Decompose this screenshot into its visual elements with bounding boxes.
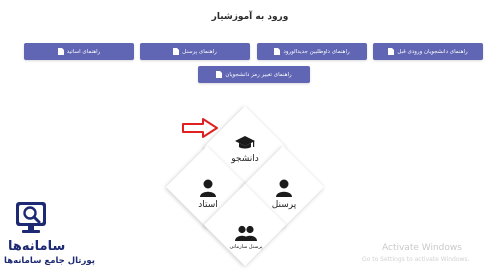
button-label: راهنمای داوطلبین جدیدالورود [283,48,350,55]
student-login-tile[interactable]: دانشجو [215,125,275,173]
user-icon [276,179,292,197]
document-icon [216,71,223,78]
activate-windows-subtitle: Go to Settings to activate Windows. [362,256,470,263]
staff-login-tile[interactable]: پرسنل [254,170,314,218]
org-staff-login-tile[interactable]: پرسنل سازمانی [216,214,276,260]
guide-button-staff[interactable]: راهنمای پرسنل [140,43,250,60]
button-label: راهنمای دانشجویان ورودی قبل [397,48,468,55]
guide-button-prev-students[interactable]: راهنمای دانشجویان ورودی قبل [373,43,483,60]
guide-button-professors[interactable]: راهنمای اساتید [24,43,134,60]
samaneha-logo-icon [16,202,46,233]
page-title: ورود به آموزشیار [211,12,289,22]
guide-button-change-password[interactable]: راهنمای تغییر رمز دانشجویان [198,66,310,83]
guide-button-new-applicants[interactable]: راهنمای داوطلبین جدیدالورود [257,43,367,60]
graduation-cap-icon [235,135,255,148]
button-label: راهنمای تغییر رمز دانشجویان [225,71,292,78]
professor-login-tile[interactable]: استاد [178,170,238,218]
red-arrow-icon [182,118,218,138]
tile-label-professor: استاد [198,199,218,210]
document-icon [173,48,180,55]
button-label: راهنمای اساتید [66,48,101,55]
document-icon [388,48,395,55]
document-icon [274,48,281,55]
activate-windows-title: Activate Windows [382,243,462,253]
users-icon [235,225,257,241]
user-icon [200,179,216,197]
tile-label-student: دانشجو [231,153,259,164]
document-icon [57,48,64,55]
button-label: راهنمای پرسنل [182,48,217,55]
brand-name: سامانه‌ها [8,239,66,254]
tile-label-org-staff: پرسنل سازمانی [229,243,263,250]
brand-tagline: پورتال جامع سامانه‌ها [4,256,95,266]
tile-label-staff: پرسنل [271,199,297,210]
